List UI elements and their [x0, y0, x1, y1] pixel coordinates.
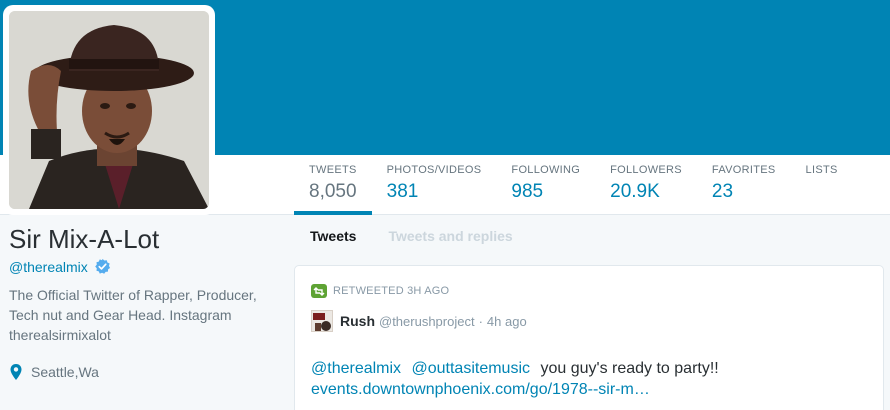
profile-avatar[interactable] [9, 11, 209, 209]
stat-tweets-label: TWEETS [309, 164, 357, 176]
stat-tweets-value: 8,050 [309, 181, 357, 202]
separator-dot: · [478, 313, 483, 329]
tweet-card[interactable]: RETWEETED 3H AGO Rush @therushproject · … [294, 265, 884, 410]
retweet-label: RETWEETED 3H AGO [333, 285, 450, 297]
stat-followers-value: 20.9K [610, 181, 660, 202]
map-pin-icon [10, 364, 22, 380]
profile-name[interactable]: Sir Mix-A-Lot [9, 222, 279, 256]
tweet-body: you guy's ready to party!! [540, 360, 719, 377]
stat-followers[interactable]: FOLLOWERS 20.9K [595, 155, 697, 215]
stat-photos-label: PHOTOS/VIDEOS [386, 164, 482, 176]
profile-handle-row: @therealmix [9, 258, 279, 275]
stat-favorites[interactable]: FAVORITES 23 [697, 155, 791, 215]
stat-photos-value: 381 [386, 181, 419, 202]
profile-avatar-frame [3, 5, 215, 215]
retweet-icon [311, 284, 327, 298]
stat-lists-label: LISTS [805, 164, 838, 176]
stat-following-label: FOLLOWING [511, 164, 581, 176]
tweet-url-link[interactable]: events.downtownphoenix.com/go/1978--sir-… [311, 381, 650, 398]
stat-followers-label: FOLLOWERS [610, 164, 682, 176]
tab-tweets-and-replies[interactable]: Tweets and replies [372, 222, 528, 250]
author-name[interactable]: Rush [340, 313, 375, 329]
stat-favorites-label: FAVORITES [711, 164, 776, 176]
retweet-context: RETWEETED 3H AGO [311, 284, 449, 298]
profile-bio: The Official Twitter of Rapper, Producer… [9, 287, 257, 343]
tweet-text: @therealmix @outtasitemusic you guy's re… [311, 358, 871, 400]
tab-tweets[interactable]: Tweets [294, 222, 372, 250]
profile-location-row: Seattle,Wa [9, 363, 279, 381]
mention-link[interactable]: @therealmix [311, 360, 401, 377]
author-handle[interactable]: @therushproject [379, 314, 475, 329]
profile-stats-nav: TWEETS 8,050 PHOTOS/VIDEOS 381 FOLLOWING… [294, 155, 853, 215]
verified-badge-icon[interactable] [94, 258, 111, 275]
stat-favorites-value: 23 [711, 181, 734, 202]
author-avatar[interactable] [311, 310, 333, 332]
profile-handle[interactable]: @therealmix [9, 259, 88, 275]
timeline-tabs: Tweets Tweets and replies [294, 222, 529, 250]
tweet-timestamp[interactable]: 4h ago [487, 314, 527, 329]
stat-following-value: 985 [511, 181, 544, 202]
profile-location: Seattle,Wa [31, 364, 99, 380]
stat-following[interactable]: FOLLOWING 985 [496, 155, 595, 215]
stat-lists[interactable]: LISTS [791, 155, 853, 215]
tweet-author-row: Rush @therushproject · 4h ago [311, 310, 527, 332]
stat-photos-videos[interactable]: PHOTOS/VIDEOS 381 [372, 155, 497, 215]
mention-link[interactable]: @outtasitemusic [412, 360, 531, 377]
stat-tweets[interactable]: TWEETS 8,050 [294, 155, 372, 215]
profile-header-card: Sir Mix-A-Lot @therealmix The Official T… [9, 222, 279, 381]
